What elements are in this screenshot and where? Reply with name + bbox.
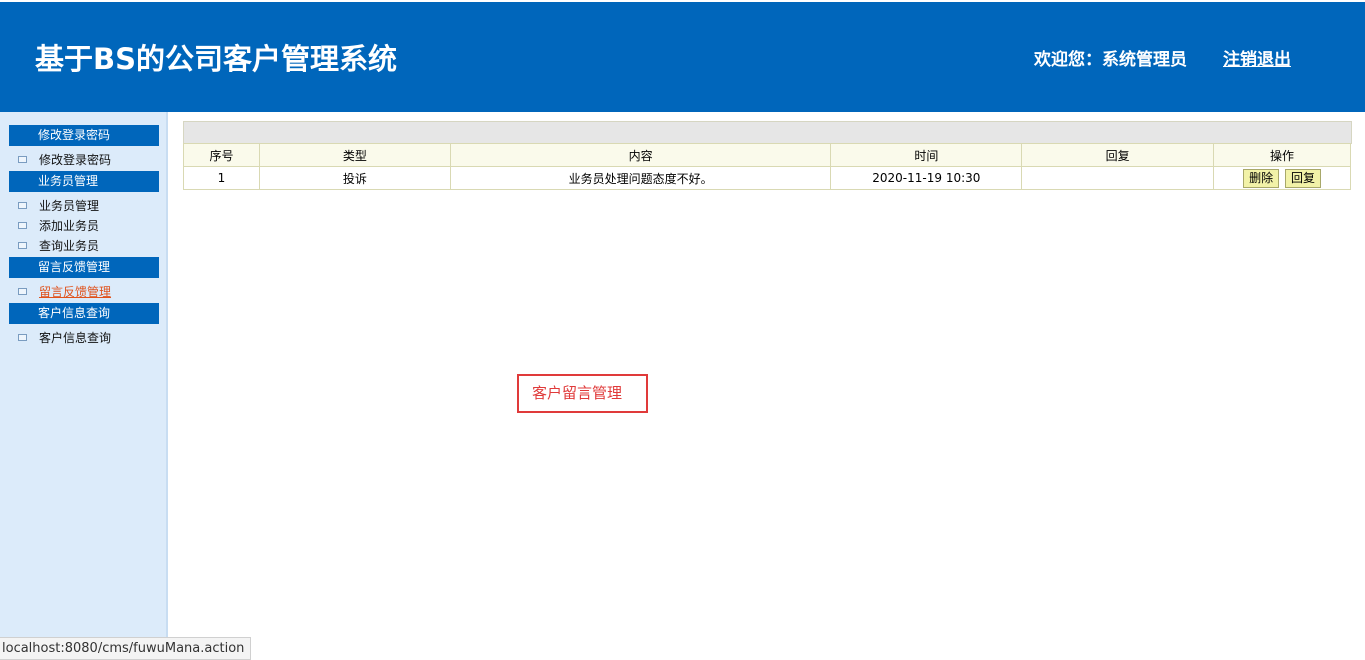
logout-link[interactable]: 注销退出: [1223, 45, 1291, 70]
sidebar-item-label: 留言反馈管理: [39, 285, 112, 299]
sidebar-item-label: 修改登录密码: [39, 153, 112, 167]
sidebar-item-label: 查询业务员: [39, 239, 100, 253]
app-title: 基于BS的公司客户管理系统: [35, 42, 397, 76]
delete-button[interactable]: 删除: [1243, 168, 1280, 188]
bullet-icon: [18, 288, 27, 295]
sidebar-item-customer-query[interactable]: 客户信息查询: [18, 330, 111, 346]
menu-group-password: 修改登录密码: [9, 125, 159, 146]
sidebar-item-query-salesman[interactable]: 查询业务员: [18, 238, 99, 254]
column-header-time: 时间: [830, 143, 1023, 167]
sidebar-item-feedback-manage[interactable]: 留言反馈管理: [18, 284, 111, 300]
cell-id: 1: [183, 166, 260, 190]
reply-button[interactable]: 回复: [1284, 168, 1321, 188]
sidebar-item-add-salesman[interactable]: 添加业务员: [18, 218, 99, 234]
column-header-id: 序号: [183, 143, 260, 167]
bullet-icon: [18, 202, 27, 209]
bullet-icon: [18, 222, 27, 229]
sidebar: 修改登录密码 修改登录密码 业务员管理 业务员管理 添加业务员 查询业务员 留言…: [0, 112, 168, 658]
sidebar-item-change-password[interactable]: 修改登录密码: [18, 152, 111, 168]
browser-status-url: localhost:8080/cms/fuwuMana.action: [0, 637, 252, 660]
table-row: 1 投诉 业务员处理问题态度不好。 2020-11-19 10:30 删除 回复: [183, 166, 1351, 190]
cell-actions: 删除 回复: [1213, 166, 1351, 190]
header-bar: 基于BS的公司客户管理系统 欢迎您：系统管理员 注销退出: [0, 2, 1365, 112]
column-header-type: 类型: [258, 143, 451, 167]
cell-reply: [1021, 166, 1215, 190]
annotation-label: 客户留言管理: [517, 374, 648, 413]
sidebar-item-salesman-manage[interactable]: 业务员管理: [18, 198, 99, 214]
table-header-row: 序号 类型 内容 时间 回复 操作: [183, 143, 1351, 167]
menu-group-feedback: 留言反馈管理: [9, 257, 159, 278]
bullet-icon: [18, 334, 27, 341]
feedback-table: 序号 类型 内容 时间 回复 操作 1 投诉 业务员处理问题态度不好。 2020…: [183, 143, 1351, 190]
menu-group-salesman: 业务员管理: [9, 171, 159, 192]
bullet-icon: [18, 156, 27, 163]
welcome-text: 欢迎您：系统管理员: [1034, 50, 1187, 70]
cell-time: 2020-11-19 10:30: [830, 166, 1023, 190]
column-header-content: 内容: [449, 143, 832, 167]
content-title-bar: [183, 121, 1352, 144]
column-header-actions: 操作: [1213, 143, 1351, 167]
sidebar-item-label: 客户信息查询: [39, 331, 112, 345]
sidebar-item-label: 业务员管理: [39, 199, 100, 213]
bullet-icon: [18, 242, 27, 249]
cell-content: 业务员处理问题态度不好。: [449, 166, 832, 190]
cell-type: 投诉: [258, 166, 451, 190]
column-header-reply: 回复: [1021, 143, 1215, 167]
sidebar-item-label: 添加业务员: [39, 219, 100, 233]
menu-group-customer: 客户信息查询: [9, 303, 159, 324]
